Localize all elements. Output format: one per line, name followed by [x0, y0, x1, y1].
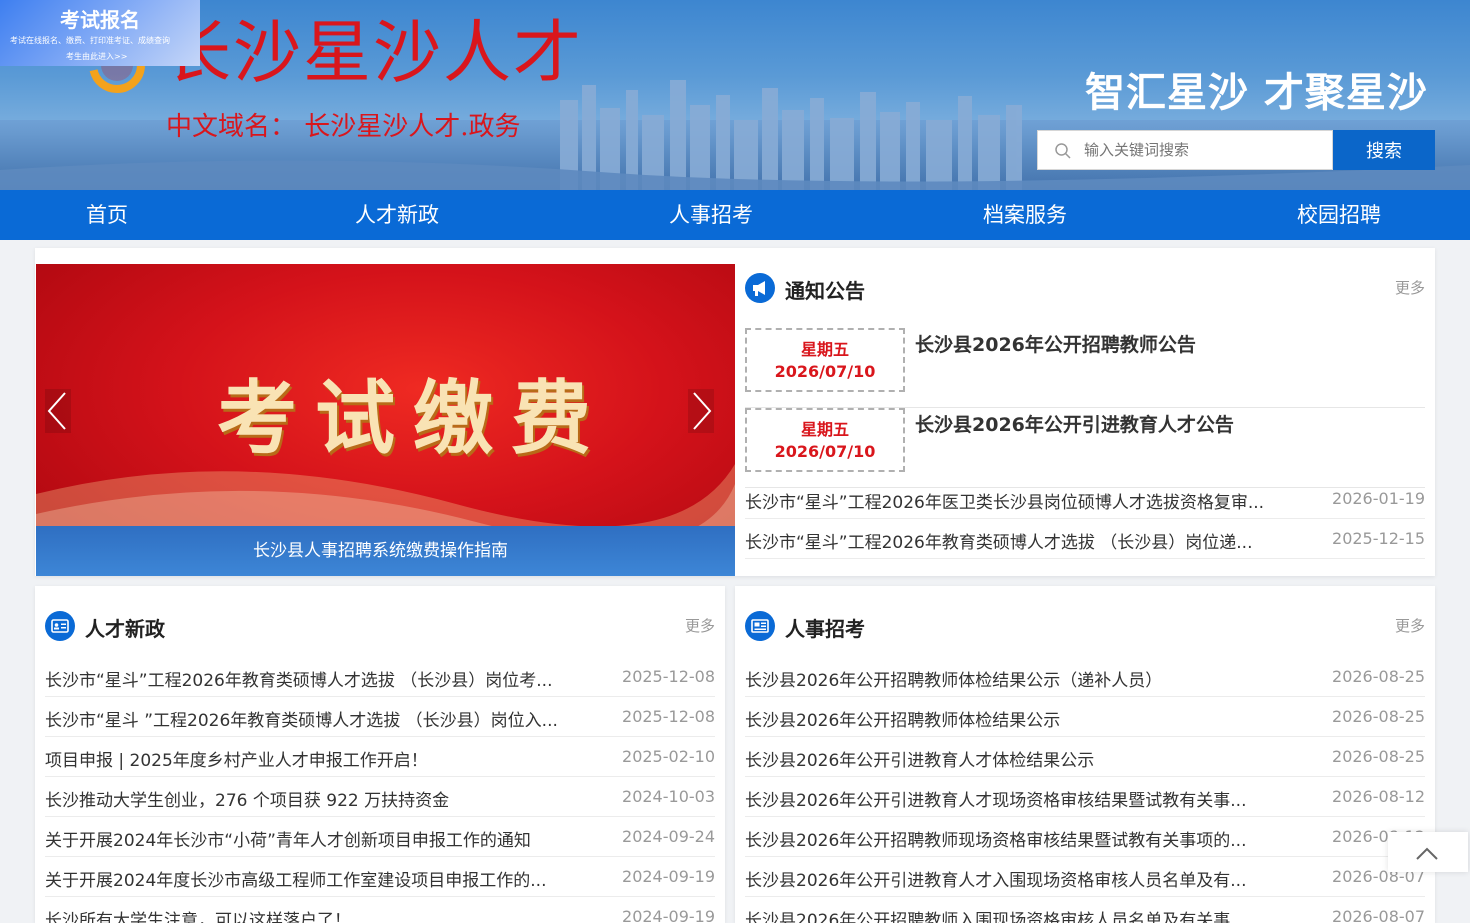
date: 2026/07/10 [774, 362, 876, 381]
list-item-date: 2024-09-19 [622, 907, 715, 923]
list-item-title[interactable]: 长沙所有大学生注意，可以这样落户了！ [45, 906, 585, 923]
list-item[interactable]: 长沙县2026年公开招聘教师现场资格审核结果暨试教有关事项的... 2026-0… [745, 817, 1425, 857]
list-item-date: 2026-08-07 [1332, 907, 1425, 923]
list-item[interactable]: 长沙市“星斗”工程2026年教育类硕博人才选拔 （长沙县）岗位考... 2025… [45, 657, 715, 697]
chevron-right-icon [693, 392, 712, 430]
list-item[interactable]: 长沙县2026年公开招聘教师体检结果公示（递补人员） 2026-08-25 [745, 657, 1425, 697]
list-item-title[interactable]: 长沙县2026年公开引进教育人才体检结果公示 [745, 746, 1285, 771]
exam-registration-banner[interactable]: 考试报名 考试在线报名、缴费、打印准考证、成绩查询 考生由此进入>> [0, 0, 200, 66]
policy-more-link[interactable]: 更多 [685, 615, 715, 636]
list-item-title[interactable]: 项目申报 | 2025年度乡村产业人才申报工作开启！ [45, 746, 585, 771]
list-item-date: 2024-10-03 [622, 787, 715, 806]
list-item-date: 2025-12-08 [622, 707, 715, 726]
recruit-header: 人事招考 更多 [745, 609, 1425, 645]
policy-header: 人才新政 更多 [45, 609, 715, 645]
list-item[interactable]: 长沙推动大学生创业，276 个项目获 922 万扶持资金 2024-10-03 [45, 777, 715, 817]
list-item[interactable]: 长沙县2026年公开引进教育人才现场资格审核结果暨试教有关事... 2026-0… [745, 777, 1425, 817]
search-box [1037, 130, 1333, 170]
site-slogan: 智汇星沙 才聚星沙 [1085, 70, 1428, 116]
list-item[interactable]: 长沙所有大学生注意，可以这样落户了！ 2024-09-19 [45, 897, 715, 923]
list-item-date: 2024-09-24 [622, 827, 715, 846]
list-item-date: 2026-08-25 [1332, 707, 1425, 726]
featured-notice-title[interactable]: 长沙县2026年公开招聘教师公告 [915, 330, 1196, 357]
list-item-title[interactable]: 关于开展2024年长沙市“小荷”青年人才创新项目申报工作的通知 [45, 826, 585, 851]
nav-talent-policy[interactable]: 人才新政 [355, 190, 439, 240]
date-box: 星期五 2026/07/10 [745, 408, 905, 472]
exam-banner-title: 考试报名 [60, 8, 140, 32]
megaphone-icon [745, 273, 775, 303]
list-item-title[interactable]: 长沙县2026年公开引进教育人才现场资格审核结果暨试教有关事... [745, 786, 1285, 811]
list-item-date: 2025-02-10 [622, 747, 715, 766]
exam-banner-subtitle: 考试在线报名、缴费、打印准考证、成绩查询 [10, 36, 170, 45]
weekday: 星期五 [800, 420, 849, 439]
site-domain: 中文域名： 长沙星沙人才.政务 [166, 112, 521, 142]
slide-text: 考试缴费 [217, 371, 609, 465]
slider-next-button[interactable] [688, 389, 714, 433]
list-item[interactable]: 关于开展2024年度长沙市高级工程师工作室建设项目申报工作的... 2024-0… [45, 857, 715, 897]
list-item-date: 2024-09-19 [622, 867, 715, 886]
list-item-date: 2026-08-12 [1332, 787, 1425, 806]
list-item-date: 2026-08-25 [1332, 667, 1425, 686]
chevron-up-icon [1416, 847, 1438, 860]
list-item-title[interactable]: 长沙县2026年公开招聘教师现场资格审核结果暨试教有关事项的... [745, 826, 1285, 851]
notice-title: 通知公告 [785, 279, 865, 303]
list-item-title[interactable]: 长沙市“星斗”工程2026年教育类硕博人才选拔 （长沙县）岗位递... [745, 528, 1285, 553]
back-to-top-button[interactable] [1388, 832, 1468, 872]
site-header: 长沙星沙人才 中文域名： 长沙星沙人才.政务 智汇星沙 才聚星沙 搜索 [0, 0, 1470, 190]
list-item-title[interactable]: 长沙县2026年公开招聘教师体检结果公示 [745, 706, 1285, 731]
date: 2026/07/10 [774, 442, 876, 461]
nav-home[interactable]: 首页 [86, 190, 128, 240]
list-item[interactable]: 长沙县2026年公开引进教育人才入围现场资格审核人员名单及有... 2026-0… [745, 857, 1425, 897]
recruit-more-link[interactable]: 更多 [1395, 615, 1425, 636]
site-title: 长沙星沙人才 [163, 14, 584, 93]
featured-notice-title[interactable]: 长沙县2026年公开引进教育人才公告 [915, 410, 1234, 437]
policy-title: 人才新政 [85, 617, 165, 641]
list-item-title[interactable]: 长沙县2026年公开引进教育人才入围现场资格审核人员名单及有... [745, 866, 1285, 891]
notice-header: 通知公告 更多 [745, 271, 1425, 307]
list-item[interactable]: 项目申报 | 2025年度乡村产业人才申报工作开启！ 2025-02-10 [45, 737, 715, 777]
list-item-date: 2025-12-15 [1332, 529, 1425, 548]
notice-more-link[interactable]: 更多 [1395, 277, 1425, 298]
list-item[interactable]: 关于开展2024年长沙市“小荷”青年人才创新项目申报工作的通知 2024-09-… [45, 817, 715, 857]
search-icon [1055, 143, 1071, 159]
slider-caption[interactable]: 长沙县人事招聘系统缴费操作指南 [36, 526, 735, 576]
list-item-date: 2026-01-19 [1332, 489, 1425, 508]
search-input[interactable] [1084, 131, 1324, 169]
list-item-date: 2025-12-08 [622, 667, 715, 686]
chevron-left-icon [47, 392, 66, 430]
list-item[interactable]: 长沙县2026年公开招聘教师入围现场资格审核人员名单及有关事... 2026-0… [745, 897, 1425, 923]
list-item[interactable]: 长沙市“星斗 ”工程2026年教育类硕博人才选拔 （长沙县）岗位入... 202… [45, 697, 715, 737]
list-item-title[interactable]: 长沙县2026年公开招聘教师体检结果公示（递补人员） [745, 666, 1285, 691]
list-item-title[interactable]: 长沙市“星斗”工程2026年教育类硕博人才选拔 （长沙县）岗位考... [45, 666, 585, 691]
exam-banner-entry: 考生由此进入>> [66, 52, 128, 61]
nav-campus-recruit[interactable]: 校园招聘 [1297, 190, 1381, 240]
id-card-icon [45, 611, 75, 641]
nav-archive-service[interactable]: 档案服务 [983, 190, 1067, 240]
weekday: 星期五 [800, 340, 849, 359]
list-item[interactable]: 长沙县2026年公开招聘教师体检结果公示 2026-08-25 [745, 697, 1425, 737]
list-item[interactable]: 长沙市“星斗”工程2026年教育类硕博人才选拔 （长沙县）岗位递... 2025… [745, 519, 1425, 559]
list-item[interactable]: 长沙市“星斗”工程2026年医卫类长沙县岗位硕博人才选拔资格复审... 2026… [745, 479, 1425, 519]
featured-notice[interactable]: 星期五 2026/07/10 长沙县2026年公开招聘教师公告 [745, 328, 1425, 408]
nav-recruitment[interactable]: 人事招考 [669, 190, 753, 240]
list-item-date: 2026-08-25 [1332, 747, 1425, 766]
list-item[interactable]: 长沙县2026年公开引进教育人才体检结果公示 2026-08-25 [745, 737, 1425, 777]
featured-notice[interactable]: 星期五 2026/07/10 长沙县2026年公开引进教育人才公告 [745, 408, 1425, 488]
list-item-title[interactable]: 关于开展2024年度长沙市高级工程师工作室建设项目申报工作的... [45, 866, 585, 891]
main-nav: 首页 人才新政 人事招考 档案服务 校园招聘 [0, 190, 1470, 240]
list-item-title[interactable]: 长沙推动大学生创业，276 个项目获 922 万扶持资金 [45, 786, 585, 811]
list-item-title[interactable]: 长沙县2026年公开招聘教师入围现场资格审核人员名单及有关事... [745, 906, 1285, 923]
slider-prev-button[interactable] [45, 389, 71, 433]
search-button[interactable]: 搜索 [1333, 130, 1435, 170]
list-item-title[interactable]: 长沙市“星斗 ”工程2026年教育类硕博人才选拔 （长沙县）岗位入... [45, 706, 585, 731]
list-item-title[interactable]: 长沙市“星斗”工程2026年医卫类长沙县岗位硕博人才选拔资格复审... [745, 488, 1285, 513]
image-slider[interactable]: 考试缴费 长沙县人事招聘系统缴费操作指南 [36, 264, 735, 576]
recruit-title: 人事招考 [785, 617, 865, 641]
date-box: 星期五 2026/07/10 [745, 328, 905, 392]
newspaper-icon [745, 611, 775, 641]
